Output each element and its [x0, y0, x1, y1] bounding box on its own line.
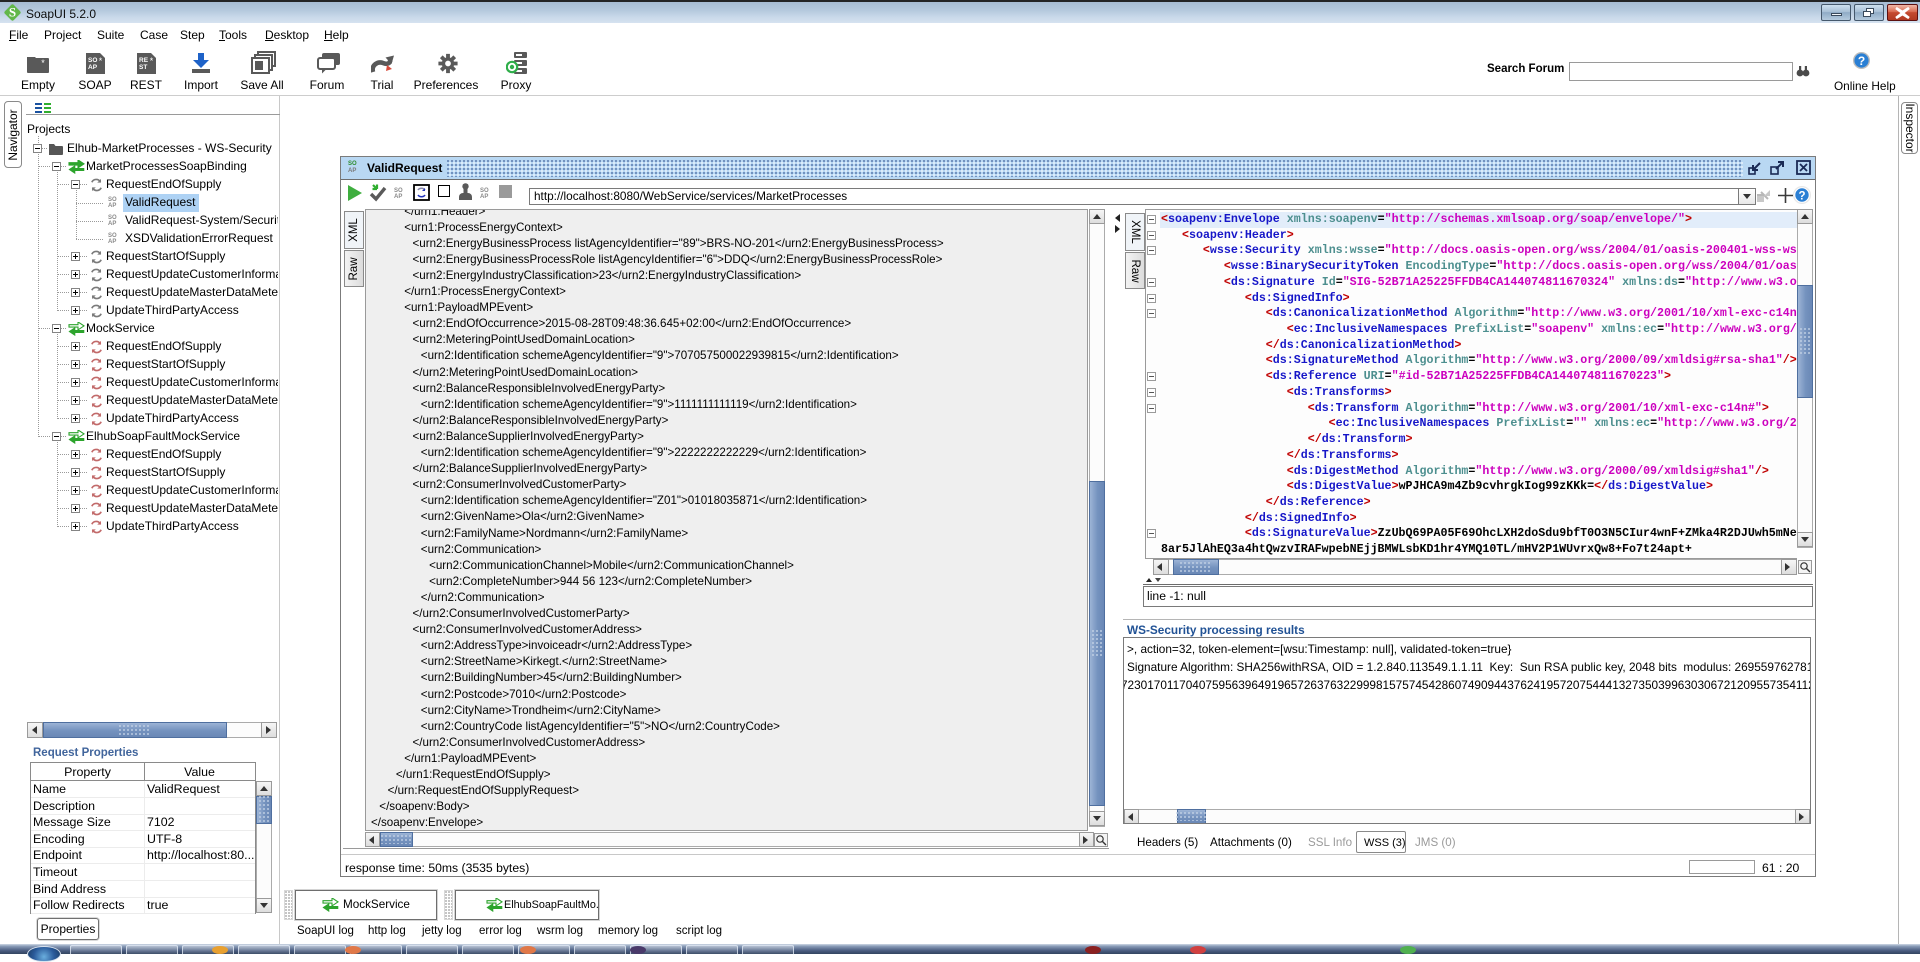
svg-text:?: ?: [1858, 54, 1865, 68]
svg-text:*: *: [150, 56, 154, 66]
svg-text:ST: ST: [139, 64, 147, 71]
svg-text:*: *: [99, 56, 103, 66]
svg-text:SO: SO: [88, 57, 97, 64]
svg-text:*: *: [41, 58, 45, 68]
svg-text:?: ?: [1798, 191, 1805, 203]
svg-text:RE: RE: [139, 57, 149, 64]
svg-text:S: S: [9, 5, 16, 20]
svg-text:AP: AP: [88, 64, 98, 71]
